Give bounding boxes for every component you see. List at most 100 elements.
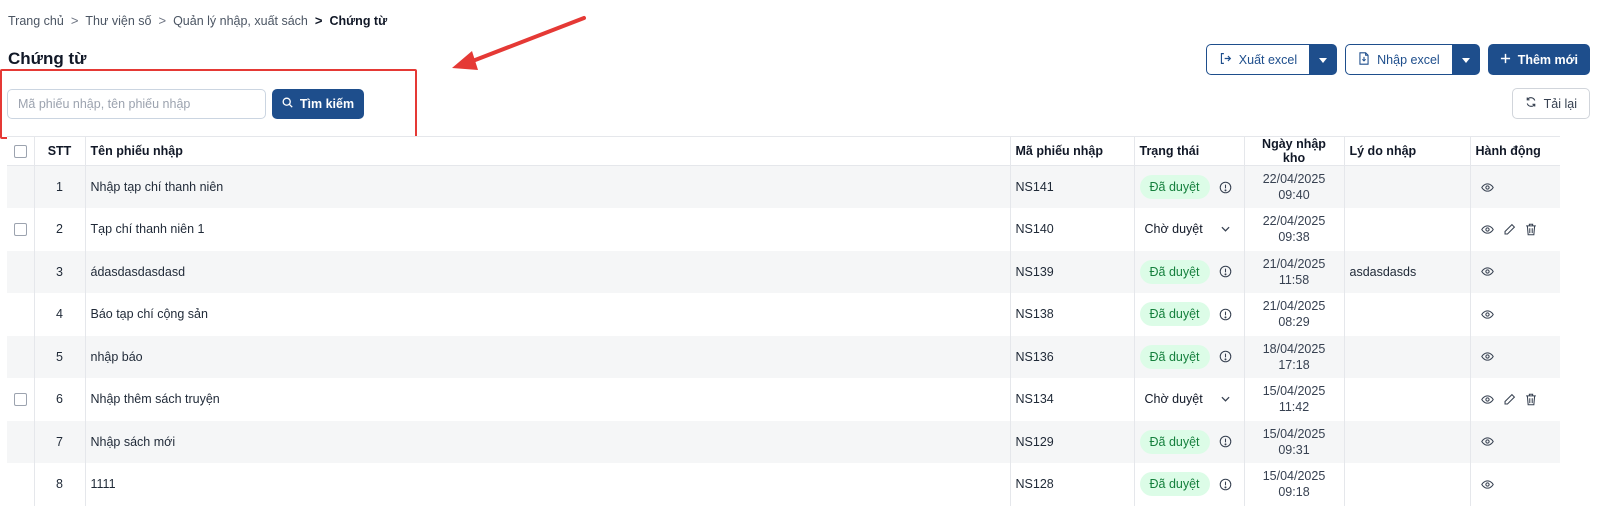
info-icon[interactable] xyxy=(1219,478,1232,491)
cell-reason xyxy=(1343,335,1470,378)
eye-icon[interactable] xyxy=(1480,181,1494,194)
info-icon[interactable] xyxy=(1219,181,1232,194)
info-icon[interactable] xyxy=(1219,435,1232,448)
cell-stt: 3 xyxy=(33,250,85,293)
col-code: Mã phiếu nhập xyxy=(1009,136,1134,166)
cell-reason: asdasdasds xyxy=(1343,250,1470,293)
cell-reason xyxy=(1343,463,1470,506)
cell-name: Báo tạp chí cộng sản xyxy=(84,293,1010,336)
cell-stt: 5 xyxy=(33,335,85,378)
cell-code: NS139 xyxy=(1009,250,1134,293)
export-excel-split-button: Xuất excel xyxy=(1205,44,1338,75)
documents-table: STT Tên phiếu nhập Mã phiếu nhập Trạng t… xyxy=(7,136,1560,506)
eye-icon[interactable] xyxy=(1480,393,1494,406)
import-excel-dropdown[interactable] xyxy=(1451,44,1480,75)
row-select-cell xyxy=(7,463,34,506)
cell-code: NS136 xyxy=(1009,335,1134,378)
row-select-cell xyxy=(7,166,34,209)
cell-code: NS128 xyxy=(1009,463,1134,506)
status-badge: Đã duyệt xyxy=(1139,175,1210,199)
select-all-cell xyxy=(7,136,34,166)
breadcrumb-item-management[interactable]: Quản lý nhập, xuất sách xyxy=(173,14,308,28)
cell-stt: 7 xyxy=(33,420,85,463)
chevron-right-icon: > xyxy=(158,13,167,28)
row-select-cell xyxy=(7,208,34,251)
cell-stt: 2 xyxy=(33,208,85,251)
cell-actions xyxy=(1469,250,1560,293)
cell-date-day: 22/04/2025 xyxy=(1262,214,1326,229)
plus-icon xyxy=(1500,53,1511,67)
add-new-button[interactable]: Thêm mới xyxy=(1487,44,1590,75)
cell-date: 15/04/2025 11:42 xyxy=(1243,378,1344,421)
trash-icon[interactable] xyxy=(1525,393,1537,406)
cell-date-day: 18/04/2025 xyxy=(1262,341,1326,356)
cell-stt: 8 xyxy=(33,463,85,506)
reload-icon xyxy=(1525,96,1537,111)
eye-icon[interactable] xyxy=(1480,223,1494,236)
cell-actions xyxy=(1469,378,1560,421)
table-row: 3 ádasdasdasdasd NS139 Đã duyệt 21/04/2025 11… xyxy=(7,250,1560,293)
cell-status: Đã duyệt xyxy=(1133,420,1244,463)
reload-button[interactable]: Tải lại xyxy=(1511,88,1590,119)
eye-icon[interactable] xyxy=(1480,478,1494,491)
eye-icon[interactable] xyxy=(1480,435,1494,448)
cell-code: NS138 xyxy=(1009,293,1134,336)
cell-date-time: 11:42 xyxy=(1278,400,1310,415)
cell-date-day: 15/04/2025 xyxy=(1262,426,1326,441)
status-select[interactable]: Chờ duyệt xyxy=(1139,387,1236,412)
top-actions: Xuất excel Nhập excel Thêm mới xyxy=(1205,44,1590,75)
search-icon xyxy=(282,97,293,111)
cell-date-time: 17:18 xyxy=(1278,357,1310,372)
status-select[interactable]: Chờ duyệt xyxy=(1139,217,1236,242)
cell-code: NS129 xyxy=(1009,420,1134,463)
select-all-checkbox[interactable] xyxy=(13,144,27,158)
import-excel-button[interactable]: Nhập excel xyxy=(1345,44,1452,75)
eye-icon[interactable] xyxy=(1480,350,1494,363)
cell-date: 15/04/2025 09:31 xyxy=(1243,420,1344,463)
col-stt: STT xyxy=(33,136,85,166)
row-select-cell xyxy=(7,421,34,464)
row-checkbox[interactable] xyxy=(13,392,27,406)
trash-icon[interactable] xyxy=(1525,223,1537,236)
cell-name: Nhập sách mới xyxy=(84,420,1010,463)
info-icon[interactable] xyxy=(1219,265,1232,278)
cell-date: 21/04/2025 11:58 xyxy=(1243,250,1344,293)
col-date: Ngày nhập kho xyxy=(1243,136,1344,166)
info-icon[interactable] xyxy=(1219,350,1232,363)
status-badge: Đã duyệt xyxy=(1139,472,1210,497)
status-badge: Đã duyệt xyxy=(1139,259,1210,284)
row-checkbox[interactable] xyxy=(13,222,27,236)
breadcrumb-item-library[interactable]: Thư viện số xyxy=(85,14,151,28)
info-icon[interactable] xyxy=(1219,308,1232,321)
cell-stt: 4 xyxy=(33,293,85,336)
eye-icon[interactable] xyxy=(1480,265,1494,278)
cell-date: 18/04/2025 17:18 xyxy=(1243,335,1344,378)
eye-icon[interactable] xyxy=(1480,308,1494,321)
breadcrumb: Trang chủ > Thư viện số > Quản lý nhập, … xyxy=(8,13,387,28)
search-button[interactable]: Tìm kiếm xyxy=(272,89,364,119)
pencil-icon[interactable] xyxy=(1503,393,1516,406)
cell-status: Đã duyệt xyxy=(1133,250,1244,293)
chevron-down-icon xyxy=(1220,396,1230,402)
cell-status: Chờ duyệt xyxy=(1133,378,1244,421)
table-row: 8 1111 NS128 Đã duyệt 15/04/2025 09:18 xyxy=(7,463,1560,506)
cell-status: Chờ duyệt xyxy=(1133,208,1244,251)
export-excel-button[interactable]: Xuất excel xyxy=(1205,44,1310,75)
status-badge: Đã duyệt xyxy=(1139,429,1210,454)
status-badge: Đã duyệt xyxy=(1139,344,1210,369)
cell-date: 22/04/2025 09:40 xyxy=(1243,165,1344,208)
caret-down-icon xyxy=(1461,52,1470,67)
cell-code: NS134 xyxy=(1009,378,1134,421)
breadcrumb-item-home[interactable]: Trang chủ xyxy=(8,14,64,28)
status-select-value: Chờ duyệt xyxy=(1144,392,1203,407)
pencil-icon[interactable] xyxy=(1503,223,1516,236)
table-row: 7 Nhập sách mới NS129 Đã duyệt 15/04/2025 09:… xyxy=(7,420,1560,464)
export-excel-dropdown[interactable] xyxy=(1309,44,1338,75)
search-input[interactable] xyxy=(7,89,266,119)
export-icon xyxy=(1219,52,1232,68)
cell-reason xyxy=(1343,378,1470,421)
col-actions: Hành động xyxy=(1469,136,1560,166)
import-excel-label: Nhập excel xyxy=(1377,52,1440,67)
page-title: Chứng từ xyxy=(8,49,87,68)
reload-label: Tải lại xyxy=(1543,96,1577,111)
